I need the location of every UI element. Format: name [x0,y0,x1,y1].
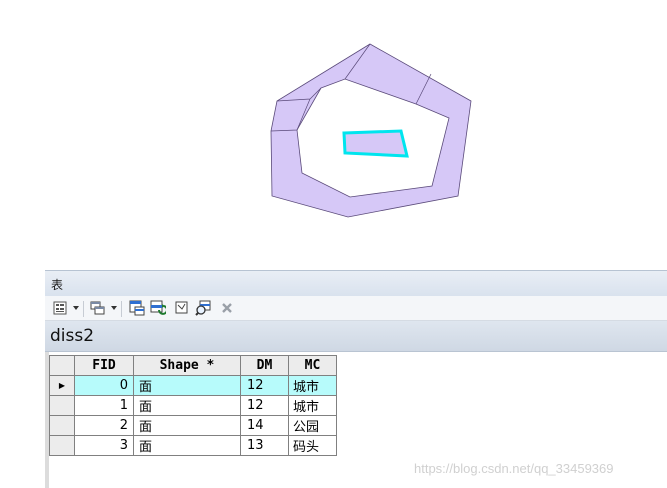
related-tables-icon[interactable] [89,299,107,317]
table-name: diss2 [50,326,95,346]
cell-dm[interactable]: 12 [240,395,289,416]
clear-selection-icon[interactable] [173,299,191,317]
cell-dm[interactable]: 13 [240,435,289,456]
cell-mc[interactable]: 码头 [288,435,337,456]
cell-shape[interactable]: 面 [133,375,241,396]
map-view[interactable] [0,0,667,270]
column-header-shape[interactable]: Shape * [133,355,241,376]
selected-polygon[interactable] [342,129,409,158]
cell-mc[interactable]: 城市 [288,395,337,416]
delete-selected-icon[interactable] [218,299,236,317]
attribute-table-window: 表 diss2 FID Shape * DM MC ▶ 0 面 12 城市 1 … [45,270,667,488]
cell-mc[interactable]: 城市 [288,375,337,396]
window-title: 表 [51,278,64,292]
chevron-down-icon[interactable] [73,306,79,310]
table-row[interactable]: 1 面 12 城市 [49,395,337,416]
attribute-table: FID Shape * DM MC ▶ 0 面 12 城市 1 面 12 城市 … [49,355,337,456]
select-by-attributes-icon[interactable] [128,299,146,317]
switch-selection-icon[interactable] [149,299,167,317]
row-selector[interactable] [49,435,75,456]
table-name-bar: diss2 [45,321,667,352]
zoom-to-selected-icon[interactable] [194,299,212,317]
table-toolbar [45,296,667,321]
polygon-ring[interactable] [270,43,472,218]
cell-shape[interactable]: 面 [133,415,241,436]
watermark: https://blog.csdn.net/qq_33459369 [414,461,614,476]
current-row-arrow-icon: ▶ [58,381,66,390]
table-options-icon[interactable] [51,299,69,317]
cell-fid[interactable]: 2 [74,415,134,436]
row-selector[interactable] [49,415,75,436]
column-header-dm[interactable]: DM [240,355,289,376]
header-row: FID Shape * DM MC [49,355,337,376]
table-row[interactable]: 3 面 13 码头 [49,435,337,456]
cell-fid[interactable]: 0 [74,375,134,396]
cell-shape[interactable]: 面 [133,395,241,416]
column-header-mc[interactable]: MC [288,355,337,376]
cell-fid[interactable]: 3 [74,435,134,456]
row-selector[interactable] [49,395,75,416]
toolbar-divider [83,301,84,317]
cell-shape[interactable]: 面 [133,435,241,456]
cell-dm[interactable]: 14 [240,415,289,436]
chevron-down-icon[interactable] [111,306,117,310]
cell-dm[interactable]: 12 [240,375,289,396]
cell-fid[interactable]: 1 [74,395,134,416]
table-row[interactable]: 2 面 14 公园 [49,415,337,436]
cell-mc[interactable]: 公园 [288,415,337,436]
toolbar-divider [121,301,122,317]
row-selector[interactable]: ▶ [49,375,75,396]
column-header-fid[interactable]: FID [74,355,134,376]
table-row[interactable]: ▶ 0 面 12 城市 [49,375,337,396]
map-canvas[interactable] [0,0,667,270]
row-selector-header[interactable] [49,355,75,376]
title-bar[interactable]: 表 [45,270,667,296]
